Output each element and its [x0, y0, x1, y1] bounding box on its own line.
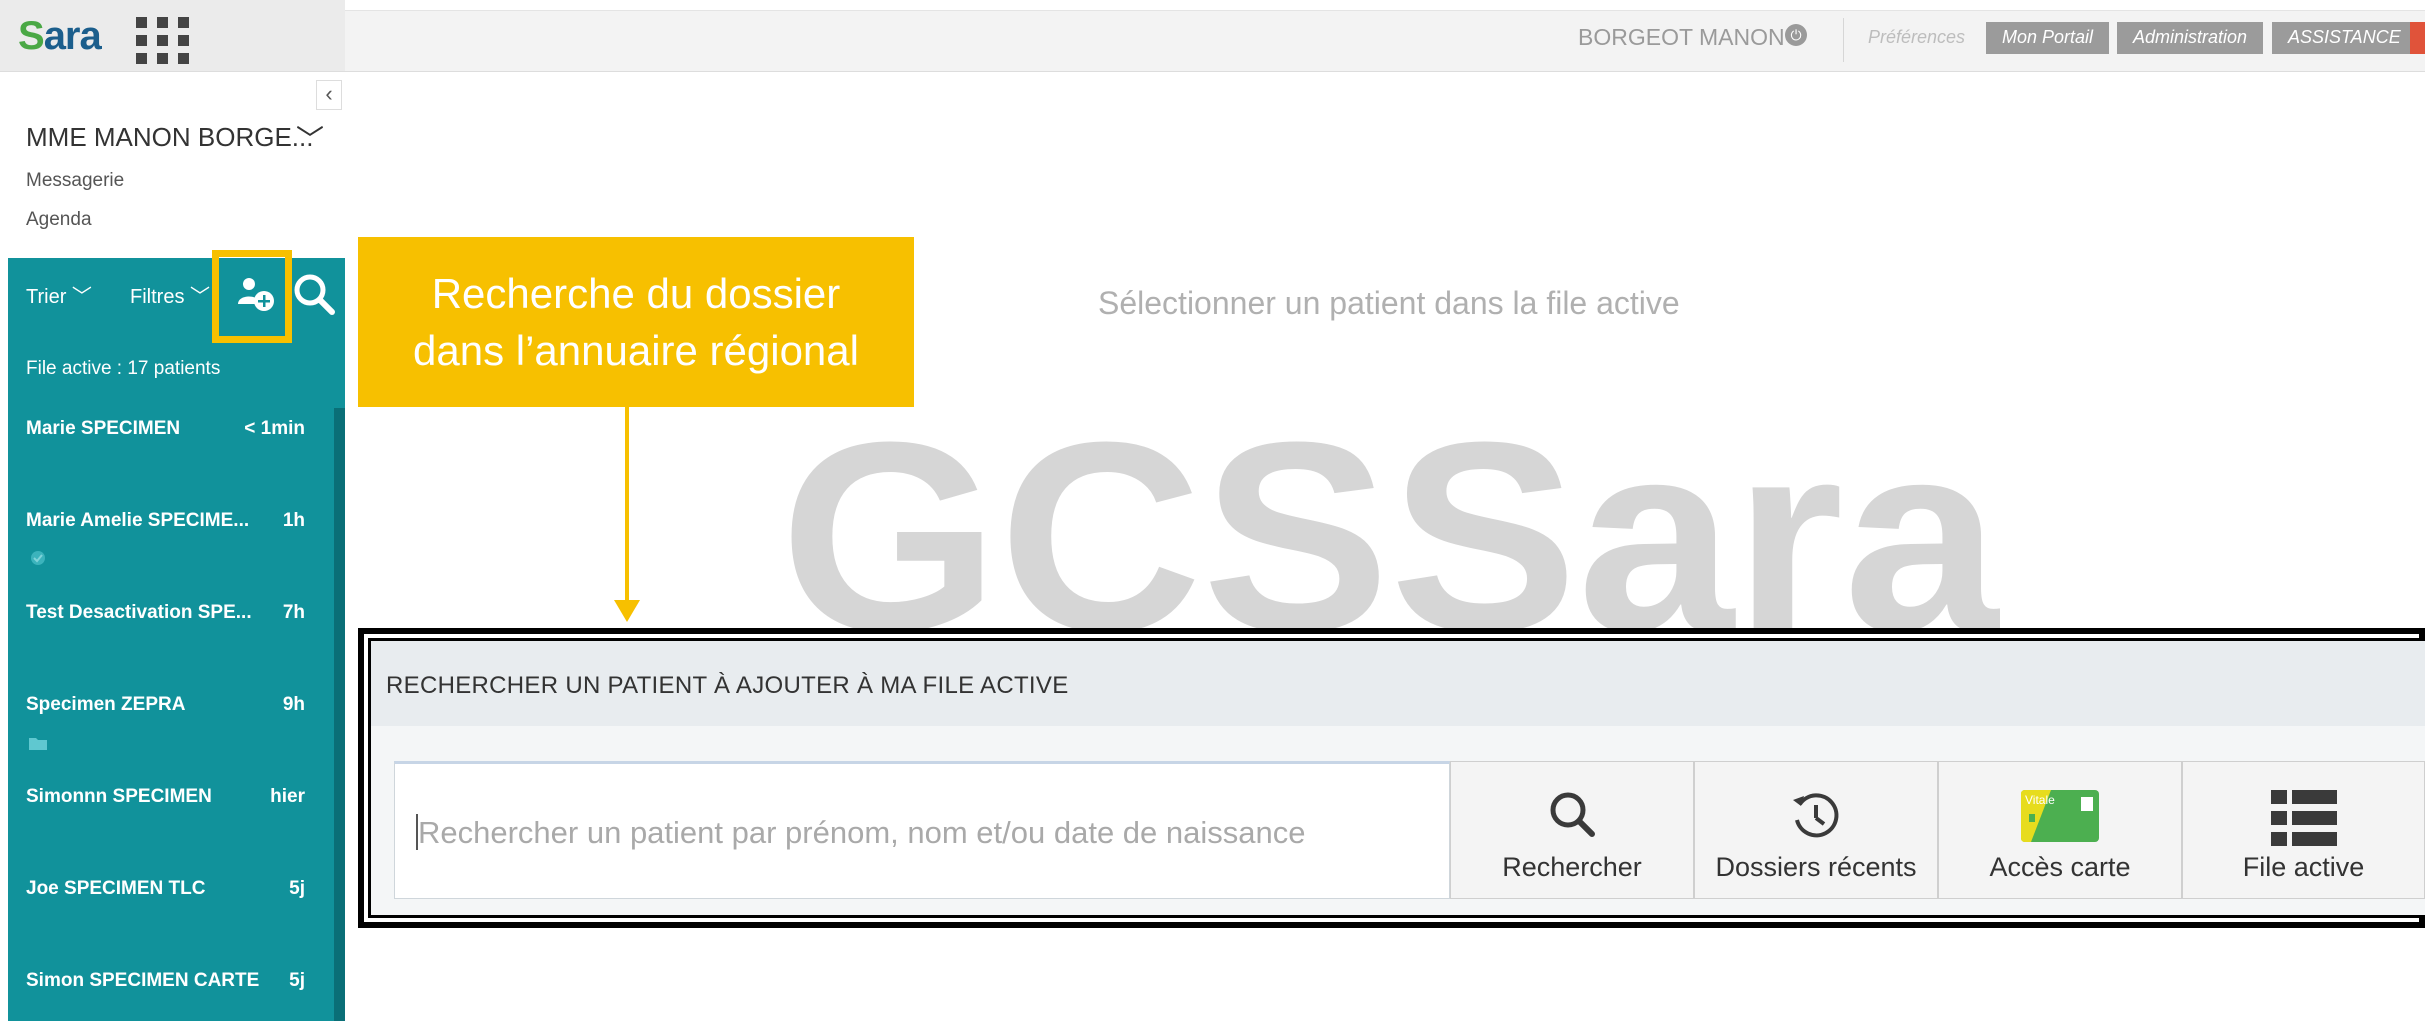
- logo-mark: S: [18, 14, 45, 58]
- patient-name[interactable]: Joe SPECIMEN TLC: [26, 878, 205, 900]
- search-panel-title: RECHERCHER UN PATIENT À AJOUTER À MA FIL…: [386, 672, 1069, 699]
- preferences-link[interactable]: Préférences: [1868, 27, 1965, 48]
- active-file-count: File active : 17 patients: [26, 358, 221, 379]
- add-patient-icon[interactable]: [236, 274, 276, 314]
- watermark-text: GCSSara: [780, 425, 2000, 655]
- rechercher-button[interactable]: Rechercher: [1450, 761, 1694, 899]
- logo-text: ara: [43, 14, 102, 58]
- filters-dropdown[interactable]: Filtres ﹀: [130, 280, 210, 309]
- history-icon: [1793, 793, 1839, 838]
- sort-dropdown[interactable]: Trier ﹀: [26, 280, 92, 309]
- check-icon: [31, 551, 45, 565]
- empty-state-message: Sélectionner un patient dans la file act…: [1098, 285, 1680, 321]
- patient-name[interactable]: Specimen ZEPRA: [26, 694, 185, 716]
- patient-time: 5j: [289, 878, 305, 899]
- patient-name[interactable]: Marie Amelie SPECIME...: [26, 510, 249, 532]
- app-logo[interactable]: Sara: [18, 14, 102, 59]
- rechercher-label: Rechercher: [1502, 852, 1642, 882]
- assistance-button[interactable]: ASSISTANCE: [2272, 22, 2417, 54]
- patient-time: < 1min: [244, 418, 305, 439]
- acces-carte-button[interactable]: Vitale Accès carte: [1938, 761, 2182, 899]
- file-active-label: File active: [2242, 852, 2365, 882]
- patient-time: 5j: [289, 970, 305, 991]
- patient-time: 1h: [282, 510, 305, 531]
- callout-arrow-line: [625, 407, 629, 605]
- dossiers-recents-button[interactable]: Dossiers récents: [1694, 761, 1938, 899]
- callout-line-2: dans l’annuaire régional: [413, 327, 859, 374]
- header-red-mark: [2410, 22, 2425, 54]
- callout-box: Recherche du dossier dans l’annuaire rég…: [358, 237, 914, 407]
- power-icon[interactable]: ⏻: [1785, 24, 1807, 46]
- patient-time: hier: [270, 786, 305, 807]
- arrow-down-icon: [614, 600, 640, 622]
- profile-name[interactable]: MME MANON BORGE...: [26, 122, 313, 153]
- search-icon[interactable]: [292, 272, 336, 316]
- patient-name[interactable]: Simon SPECIMEN CARTE: [26, 970, 259, 992]
- apps-grid-icon[interactable]: [136, 17, 189, 65]
- patient-time: 9h: [282, 694, 305, 715]
- file-active-button[interactable]: File active: [2182, 761, 2425, 899]
- patient-name[interactable]: Simonnn SPECIMEN: [26, 786, 212, 808]
- vitale-card-icon: Vitale: [2021, 790, 2099, 842]
- sidebar-scrollbar[interactable]: [334, 408, 345, 1021]
- header-band: [345, 10, 2425, 72]
- list-icon: [2270, 790, 2337, 846]
- gcssara-watermark: GCSSara: [780, 425, 2000, 655]
- folder-icon: [29, 738, 47, 750]
- search-icon: [1550, 792, 1595, 837]
- administration-button[interactable]: Administration: [2117, 22, 2264, 54]
- acces-carte-label: Accès carte: [1989, 852, 2131, 882]
- dossiers-recents-label: Dossiers récents: [1715, 852, 1917, 882]
- header-divider: [1843, 18, 1844, 62]
- patient-name[interactable]: Marie SPECIMEN: [26, 418, 180, 440]
- collapse-sidebar-button[interactable]: ‹: [316, 80, 342, 110]
- chevron-down-icon[interactable]: ﹀: [296, 118, 324, 158]
- patient-name[interactable]: Test Desactivation SPE...: [26, 602, 252, 624]
- vitale-label: Vitale: [2025, 793, 2055, 807]
- user-name: BORGEOT MANON: [1578, 24, 1785, 50]
- agenda-link[interactable]: Agenda: [26, 209, 92, 231]
- patient-time: 7h: [282, 602, 305, 623]
- mon-portail-button[interactable]: Mon Portail: [1986, 22, 2110, 54]
- search-placeholder: Rechercher un patient par prénom, nom et…: [418, 815, 1306, 850]
- callout-line-1: Recherche du dossier: [431, 270, 841, 317]
- messagerie-link[interactable]: Messagerie: [26, 170, 124, 192]
